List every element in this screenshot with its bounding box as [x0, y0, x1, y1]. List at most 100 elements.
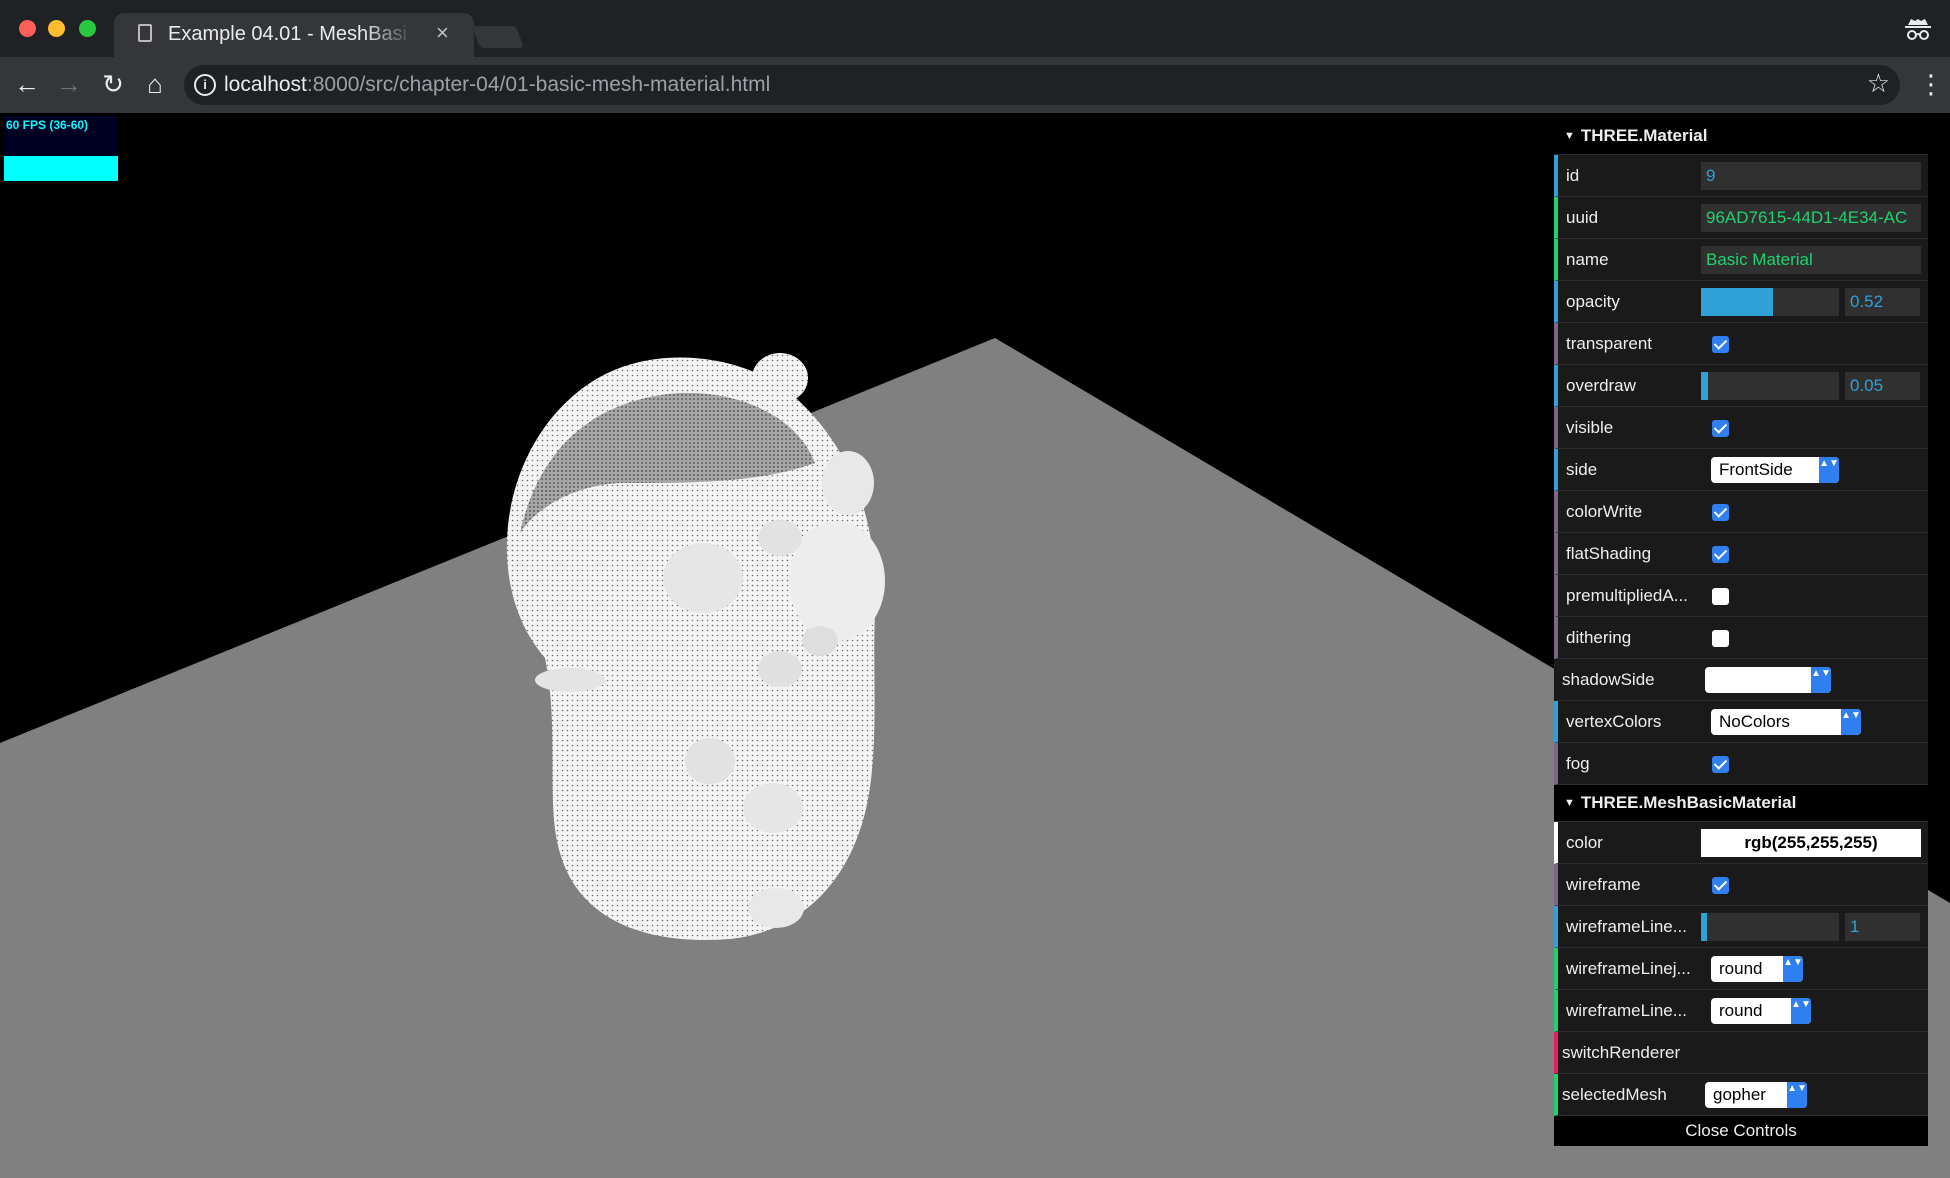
- select-arrows-icon: ▲▼: [1787, 1082, 1807, 1108]
- browser-menu-icon[interactable]: ⋮: [1918, 65, 1944, 103]
- control-label: colorWrite: [1566, 502, 1643, 521]
- control-label: fog: [1566, 754, 1590, 773]
- maximize-window-button[interactable]: [79, 20, 96, 37]
- control-label: overdraw: [1566, 376, 1636, 395]
- opacity-slider[interactable]: [1701, 288, 1839, 316]
- control-label: dithering: [1566, 628, 1632, 647]
- transparent-checkbox[interactable]: [1712, 336, 1729, 353]
- dithering-checkbox[interactable]: [1712, 630, 1729, 647]
- control-fog: fog: [1554, 743, 1928, 785]
- browser-toolbar: ← → ↻ ⌂ i localhost:8000/src/chapter-04/…: [0, 57, 1950, 113]
- site-info-icon[interactable]: i: [194, 74, 216, 96]
- control-label: name: [1566, 250, 1609, 269]
- selectedmesh-select[interactable]: gopher ▲▼: [1705, 1082, 1807, 1108]
- control-switchrenderer[interactable]: switchRenderer: [1554, 1032, 1928, 1074]
- control-premultipliedalpha: premultipliedA...: [1554, 575, 1928, 617]
- control-opacity: opacity 0.52: [1554, 281, 1928, 323]
- name-input[interactable]: Basic Material: [1701, 246, 1921, 274]
- address-bar[interactable]: i localhost:8000/src/chapter-04/01-basic…: [184, 65, 1900, 105]
- control-label: side: [1566, 460, 1598, 479]
- collapse-triangle-icon: ▼: [1564, 130, 1575, 142]
- control-label: visible: [1566, 418, 1614, 437]
- incognito-icon: [1905, 19, 1931, 40]
- slider-fill: [1701, 372, 1708, 400]
- folder-three-meshbasicmaterial[interactable]: ▼ THREE.MeshBasicMaterial: [1554, 785, 1928, 822]
- control-label: opacity: [1566, 292, 1620, 311]
- control-wireframelinecap: wireframeLine... round ▲▼: [1554, 990, 1928, 1032]
- fog-checkbox[interactable]: [1712, 756, 1729, 773]
- linewidth-input[interactable]: 1: [1845, 913, 1920, 941]
- control-label: flatShading: [1566, 544, 1652, 563]
- webgl-canvas[interactable]: 60 FPS (36-60) ▼ THREE.Material id 9 uuid…: [0, 113, 1950, 1178]
- select-value: FrontSide: [1719, 460, 1793, 479]
- home-icon[interactable]: ⌂: [136, 65, 174, 103]
- tab-title-fade: [364, 21, 414, 49]
- collapse-triangle-icon: ▼: [1564, 797, 1575, 809]
- control-flatshading: flatShading: [1554, 533, 1928, 575]
- control-color: color rgb(255,255,255): [1554, 822, 1928, 864]
- control-transparent: transparent: [1554, 323, 1928, 365]
- select-value: round: [1719, 959, 1763, 978]
- browser-tab[interactable]: Example 04.01 - MeshBasicMaterial ×: [114, 13, 474, 57]
- browser-tab-bar: Example 04.01 - MeshBasicMaterial ×: [0, 0, 1950, 57]
- back-icon[interactable]: ←: [8, 65, 46, 103]
- bookmark-star-icon[interactable]: ☆: [1867, 68, 1890, 99]
- select-value: gopher: [1713, 1085, 1766, 1104]
- gopher-mesh: [506, 353, 885, 940]
- opacity-input[interactable]: 0.52: [1845, 288, 1920, 316]
- control-uuid: uuid 96AD7615-44D1-4E34-AC: [1554, 197, 1928, 239]
- slider-fill: [1701, 288, 1773, 316]
- shadowside-select[interactable]: ▲▼: [1705, 667, 1831, 693]
- slider-fill: [1701, 913, 1707, 941]
- new-tab-button[interactable]: [471, 26, 525, 48]
- control-shadowside: shadowSide ▲▼: [1554, 659, 1928, 701]
- color-picker-input[interactable]: rgb(255,255,255): [1701, 829, 1921, 857]
- control-visible: visible: [1554, 407, 1928, 449]
- premultipliedalpha-checkbox[interactable]: [1712, 588, 1729, 605]
- control-label: shadowSide: [1562, 670, 1655, 689]
- control-wireframelinejoin: wireframeLinej... round ▲▼: [1554, 948, 1928, 990]
- dat-gui-panel: ▼ THREE.Material id 9 uuid 96AD7615-44D1-…: [1554, 118, 1928, 1146]
- control-vertexcolors: vertexColors NoColors ▲▼: [1554, 701, 1928, 743]
- control-overdraw: overdraw 0.05: [1554, 365, 1928, 407]
- minimize-window-button[interactable]: [48, 20, 65, 37]
- control-label: id: [1566, 166, 1580, 185]
- control-label: wireframeLinej...: [1566, 959, 1691, 978]
- uuid-input[interactable]: 96AD7615-44D1-4E34-AC: [1701, 204, 1921, 232]
- select-arrows-icon: ▲▼: [1791, 998, 1811, 1024]
- tab-close-icon[interactable]: ×: [436, 20, 449, 46]
- wireframe-checkbox[interactable]: [1712, 877, 1729, 894]
- control-side: side FrontSide ▲▼: [1554, 449, 1928, 491]
- flatshading-checkbox[interactable]: [1712, 546, 1729, 563]
- linecap-select[interactable]: round ▲▼: [1711, 998, 1811, 1024]
- id-input[interactable]: 9: [1701, 162, 1921, 190]
- url-text[interactable]: localhost:8000/src/chapter-04/01-basic-m…: [224, 73, 770, 97]
- fps-stats-panel[interactable]: 60 FPS (36-60): [4, 116, 118, 181]
- overdraw-input[interactable]: 0.05: [1845, 372, 1920, 400]
- fps-graph: [4, 156, 118, 181]
- side-select[interactable]: FrontSide ▲▼: [1711, 457, 1839, 483]
- forward-icon[interactable]: →: [50, 65, 88, 103]
- select-arrows-icon: ▲▼: [1783, 956, 1803, 982]
- overdraw-slider[interactable]: [1701, 372, 1839, 400]
- close-controls-button[interactable]: Close Controls: [1554, 1116, 1928, 1146]
- select-value: NoColors: [1719, 712, 1790, 731]
- switch-renderer-button[interactable]: switchRenderer: [1562, 1032, 1762, 1074]
- visible-checkbox[interactable]: [1712, 420, 1729, 437]
- control-label: wireframeLine...: [1566, 1001, 1687, 1020]
- control-label: wireframe: [1566, 875, 1641, 894]
- select-arrows-icon: ▲▼: [1819, 457, 1839, 483]
- linewidth-slider[interactable]: [1701, 913, 1839, 941]
- control-name: name Basic Material: [1554, 239, 1928, 281]
- linejoin-select[interactable]: round ▲▼: [1711, 956, 1803, 982]
- reload-icon[interactable]: ↻: [94, 65, 132, 103]
- colorwrite-checkbox[interactable]: [1712, 504, 1729, 521]
- close-window-button[interactable]: [19, 20, 36, 37]
- control-selectedmesh: selectedMesh gopher ▲▼: [1554, 1074, 1928, 1116]
- control-label: transparent: [1566, 334, 1652, 353]
- fps-text: 60 FPS (36-60): [6, 118, 89, 132]
- control-label: uuid: [1566, 208, 1599, 227]
- folder-three-material[interactable]: ▼ THREE.Material: [1554, 118, 1928, 155]
- vertexcolors-select[interactable]: NoColors ▲▼: [1711, 709, 1861, 735]
- url-path: :8000/src/chapter-04/01-basic-mesh-mater…: [306, 73, 771, 96]
